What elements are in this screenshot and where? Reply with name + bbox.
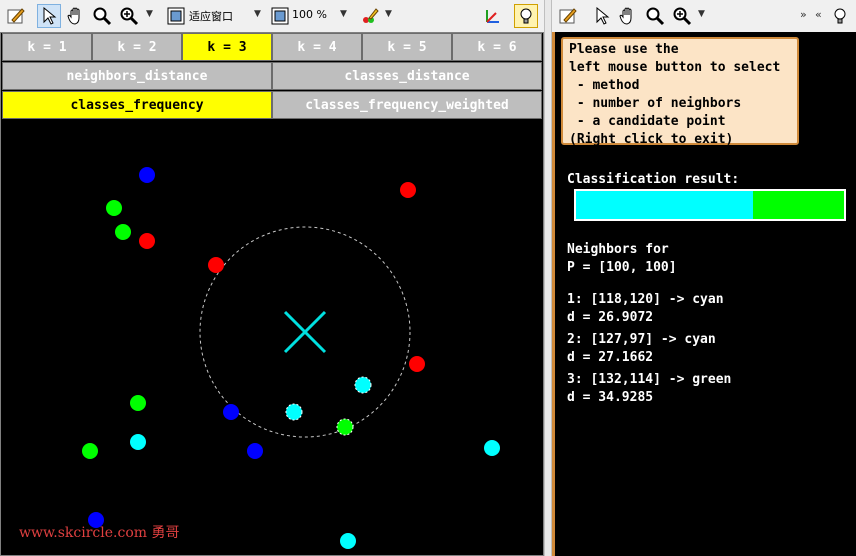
neighbor-line: 2: [127,97] -> cyan	[567, 332, 716, 347]
method-label: neighbors_distance	[66, 68, 208, 84]
help-line: (Right click to exit)	[569, 132, 734, 147]
magnifier-icon[interactable]	[90, 4, 114, 28]
k-button-label: k = 2	[117, 39, 157, 55]
pointer-icon[interactable]	[37, 4, 61, 28]
sample-point-blue	[247, 443, 263, 459]
neighbor-line: 3: [132,114] -> green	[567, 372, 732, 387]
method-classes-frequency-weighted-button[interactable]: classes_frequency_weighted	[272, 91, 542, 119]
chevron-down-icon[interactable]: ▼	[698, 9, 705, 19]
sample-point-green-neighbor	[336, 418, 354, 436]
method-neighbors-distance-button[interactable]: neighbors_distance	[2, 62, 272, 90]
method-classes-frequency-button[interactable]: classes_frequency	[2, 91, 272, 119]
knn-canvas-panel[interactable]: k = 1 k = 2 k = 3 k = 4 k = 5 k = 6 neig…	[0, 32, 544, 556]
pointer-icon[interactable]	[590, 4, 614, 28]
sample-point-cyan	[340, 533, 356, 549]
help-line: - number of neighbors	[569, 96, 742, 111]
neighbor-distance: d = 34.9285	[567, 390, 654, 405]
fit-window-icon[interactable]	[164, 4, 188, 28]
sample-point-green	[106, 200, 122, 216]
overflow-chevron-icon[interactable]: »	[800, 8, 807, 21]
classification-result-bar	[574, 189, 846, 221]
sample-point-blue	[223, 404, 239, 420]
sample-points-plot[interactable]	[2, 121, 542, 555]
sample-point-cyan	[130, 434, 146, 450]
method-label: classes_frequency_weighted	[305, 97, 509, 113]
info-panel: Please use the left mouse button to selec…	[552, 32, 856, 556]
chevron-down-icon[interactable]: ▼	[146, 9, 153, 19]
k-button-2[interactable]: k = 2	[92, 33, 182, 61]
sample-point-red	[139, 233, 155, 249]
sample-point-cyan-neighbor	[354, 376, 372, 394]
lightbulb-icon[interactable]	[514, 4, 538, 28]
method-label: classes_distance	[344, 68, 470, 84]
right-toolbar: ▼ » «	[552, 0, 856, 33]
lightbulb-icon[interactable]	[828, 4, 852, 28]
color-brush-icon[interactable]	[358, 4, 382, 28]
chevron-down-icon[interactable]: ▼	[340, 9, 347, 19]
k-button-1[interactable]: k = 1	[2, 33, 92, 61]
sample-point-cyan	[484, 440, 500, 456]
collapse-chevron-icon[interactable]: «	[815, 8, 822, 21]
sample-point-blue	[139, 167, 155, 183]
magnifier-icon[interactable]	[643, 4, 667, 28]
sample-point-red	[208, 257, 224, 273]
neighbor-line: 1: [118,120] -> cyan	[567, 292, 724, 307]
axes-icon[interactable]	[481, 4, 505, 28]
zoom-mode-label[interactable]: 适应窗口	[189, 8, 233, 24]
method-classes-distance-button[interactable]: classes_distance	[272, 62, 542, 90]
zoom-percent-label[interactable]: 100 %	[292, 8, 327, 21]
query-point-marker	[283, 310, 327, 354]
result-segment-green	[752, 191, 844, 219]
k-button-label: k = 4	[297, 39, 337, 55]
k-button-4[interactable]: k = 4	[272, 33, 362, 61]
edit-icon[interactable]	[4, 4, 28, 28]
neighbor-distance: d = 27.1662	[567, 350, 654, 365]
k-button-label: k = 1	[27, 39, 67, 55]
panel-splitter[interactable]	[544, 0, 552, 556]
help-line: Please use the	[569, 42, 679, 57]
left-toolbar: ▼ 适应窗口 ▼ 100 % ▼ ▼	[0, 0, 544, 33]
zoom-in-icon[interactable]	[117, 4, 141, 28]
k-button-3[interactable]: k = 3	[182, 33, 272, 61]
watermark-text: www.skcircle.com 勇哥	[19, 525, 180, 541]
chevron-down-icon[interactable]: ▼	[385, 9, 392, 19]
neighbors-title: Neighbors for	[567, 242, 669, 257]
sample-point-green	[130, 395, 146, 411]
zoom-percent-icon[interactable]	[268, 4, 292, 28]
neighbor-distance: d = 26.9072	[567, 310, 654, 325]
classification-result-title: Classification result:	[567, 172, 740, 187]
k-button-label: k = 5	[387, 39, 427, 55]
query-point-label: P = [100, 100]	[567, 260, 677, 275]
zoom-in-icon[interactable]	[670, 4, 694, 28]
help-line: left mouse button to select	[569, 60, 781, 75]
k-button-5[interactable]: k = 5	[362, 33, 452, 61]
help-box: Please use the left mouse button to selec…	[561, 37, 799, 147]
sample-point-cyan-neighbor	[285, 403, 303, 421]
sample-point-green	[82, 443, 98, 459]
chevron-down-icon[interactable]: ▼	[254, 9, 261, 19]
sample-point-red	[400, 182, 416, 198]
pan-hand-icon[interactable]	[616, 4, 640, 28]
k-button-label: k = 6	[477, 39, 517, 55]
sample-point-red	[409, 356, 425, 372]
help-line: - method	[569, 78, 640, 93]
method-label: classes_frequency	[70, 97, 204, 113]
k-button-6[interactable]: k = 6	[452, 33, 542, 61]
k-button-label: k = 3	[207, 39, 247, 55]
edit-icon[interactable]	[556, 4, 580, 28]
result-segment-cyan	[576, 191, 753, 219]
sample-point-green	[115, 224, 131, 240]
pan-hand-icon[interactable]	[64, 4, 88, 28]
help-line: - a candidate point	[569, 114, 726, 129]
